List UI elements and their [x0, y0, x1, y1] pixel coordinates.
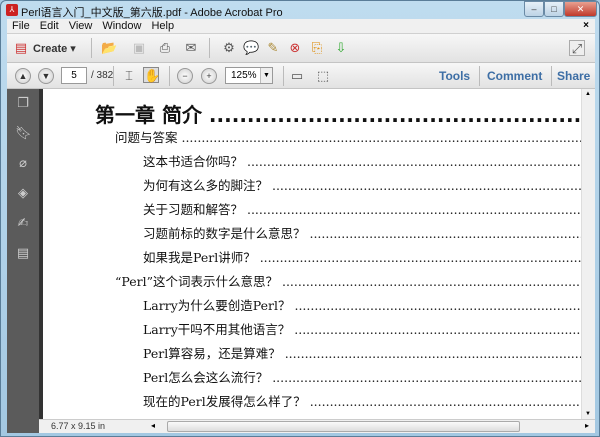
hand-tool-icon[interactable]: ✋: [143, 67, 160, 83]
create-label: Create: [33, 43, 68, 55]
menu-edit[interactable]: Edit: [35, 19, 64, 33]
maximize-button[interactable]: □: [544, 1, 564, 17]
status-bar: 6.77 x 9.15 in ◂ ▸: [39, 419, 595, 433]
email-icon[interactable]: ✉: [183, 40, 199, 56]
menu-bar: File Edit View Window Help ×: [7, 19, 595, 34]
fit-page-icon[interactable]: ▭: [289, 68, 305, 84]
settings-gear-icon[interactable]: ⚙: [221, 40, 237, 56]
navigation-pane: ❐ 🔖︎ ⌀ ◈ ✍ ▤: [7, 89, 39, 433]
delete-page-icon[interactable]: ⊗: [287, 40, 303, 56]
select-cursor-icon[interactable]: ⌶: [121, 68, 137, 84]
layers-icon[interactable]: ◈: [15, 185, 31, 201]
toc-entry[interactable]: Larry为什么要创造Perl？: [143, 295, 581, 314]
previous-page-icon[interactable]: ▲: [15, 68, 31, 84]
page-thumbnails-icon[interactable]: ❐: [15, 95, 31, 111]
scroll-up-icon[interactable]: ▲: [585, 91, 591, 97]
vertical-scrollbar[interactable]: ▲ ▼: [581, 89, 595, 419]
menu-view[interactable]: View: [64, 19, 98, 33]
acrobat-window: ⅄ Perl语言入门_中文版_第六版.pdf - Adobe Acrobat P…: [0, 0, 600, 437]
zoom-select[interactable]: 125% ▼: [225, 67, 273, 84]
print-icon[interactable]: ⎙: [157, 40, 173, 56]
minimize-button[interactable]: –: [524, 1, 544, 17]
create-pdf-icon: ▤: [14, 40, 28, 55]
scroll-down-icon[interactable]: ▼: [585, 411, 591, 417]
zoom-in-icon[interactable]: +: [201, 68, 217, 84]
menu-file[interactable]: File: [7, 19, 35, 33]
comment-bubble-icon[interactable]: 💬: [243, 40, 259, 56]
highlight-icon[interactable]: ✎: [265, 40, 281, 56]
navigation-toolbar: ▲ ▼ 5 / 382 ⌶ ✋ − + 125% ▼ ▭ ⬚ Tools Comm…: [7, 63, 595, 89]
document-view[interactable]: 第一章 简介 问题与答案这本书适合你吗？ 为何有这么多的脚注？ 关于习题和解答？ 习题…: [39, 89, 581, 419]
chevron-down-icon[interactable]: ▼: [260, 68, 272, 83]
open-icon[interactable]: 📂: [101, 40, 117, 56]
toc-entry[interactable]: 如果我是Perl讲师？: [143, 247, 581, 266]
comment-link[interactable]: Comment: [487, 69, 542, 83]
scroll-thumb[interactable]: [167, 421, 520, 432]
toc-entry[interactable]: 问题与答案: [115, 127, 581, 146]
extract-page-icon[interactable]: ⎘: [309, 40, 325, 56]
save-icon[interactable]: ▣: [131, 40, 147, 56]
page-total: / 382: [91, 70, 114, 81]
toc-entry[interactable]: Perl怎么会这么流行？: [143, 367, 581, 386]
zoom-out-icon[interactable]: −: [177, 68, 193, 84]
title-bar: ⅄ Perl语言入门_中文版_第六版.pdf - Adobe Acrobat P…: [1, 1, 600, 19]
create-button[interactable]: Create ▾: [33, 42, 76, 55]
menu-help[interactable]: Help: [146, 19, 179, 33]
toc-entry[interactable]: Perl算容易，还是算难？: [143, 343, 581, 362]
page-size: 6.77 x 9.15 in: [51, 421, 106, 431]
attachments-icon[interactable]: ⌀: [15, 155, 31, 171]
chapter-title[interactable]: 第一章 简介: [95, 99, 581, 128]
toc-entry[interactable]: 这本书适合你吗？: [143, 151, 581, 170]
menu-window[interactable]: Window: [97, 19, 146, 33]
bookmarks-icon[interactable]: 🔖︎: [15, 125, 32, 141]
toc-entry[interactable]: Larry干吗不用其他语言？: [143, 319, 581, 338]
main-toolbar: ▤ Create ▾ 📂 ▣ ⎙ ✉ ⚙ 💬 ✎ ⊗ ⎘ ⇩ ⤢: [7, 34, 595, 63]
document-icon[interactable]: ▤: [15, 245, 31, 261]
fit-width-icon[interactable]: ⬚: [315, 68, 331, 84]
toc-entry[interactable]: 为何有这么多的脚注？: [143, 175, 581, 194]
close-document-icon[interactable]: ×: [583, 20, 589, 31]
toc-entry[interactable]: 现在的Perl发展得怎么样了？: [143, 391, 581, 410]
share-link[interactable]: Share: [557, 69, 590, 83]
toc-entry[interactable]: “Perl”这个词表示什么意思？: [115, 271, 581, 290]
signatures-icon[interactable]: ✍: [15, 215, 31, 231]
insert-page-icon[interactable]: ⇩: [333, 40, 349, 56]
close-button[interactable]: ✕: [564, 1, 597, 17]
window-title: Perl语言入门_中文版_第六版.pdf - Adobe Acrobat Pro: [21, 7, 283, 19]
next-page-icon[interactable]: ▼: [38, 68, 54, 84]
fullscreen-icon[interactable]: ⤢: [569, 40, 585, 56]
tools-link[interactable]: Tools: [439, 69, 470, 83]
page-number-input[interactable]: 5: [61, 67, 87, 84]
zoom-value: 125%: [231, 70, 257, 81]
acrobat-icon: ⅄: [6, 4, 18, 16]
toc-entry[interactable]: 关于习题和解答？: [143, 199, 581, 218]
horizontal-scrollbar[interactable]: ◂ ▸: [129, 421, 589, 433]
toc-entry[interactable]: 习题前标的数字是什么意思？: [143, 223, 581, 242]
